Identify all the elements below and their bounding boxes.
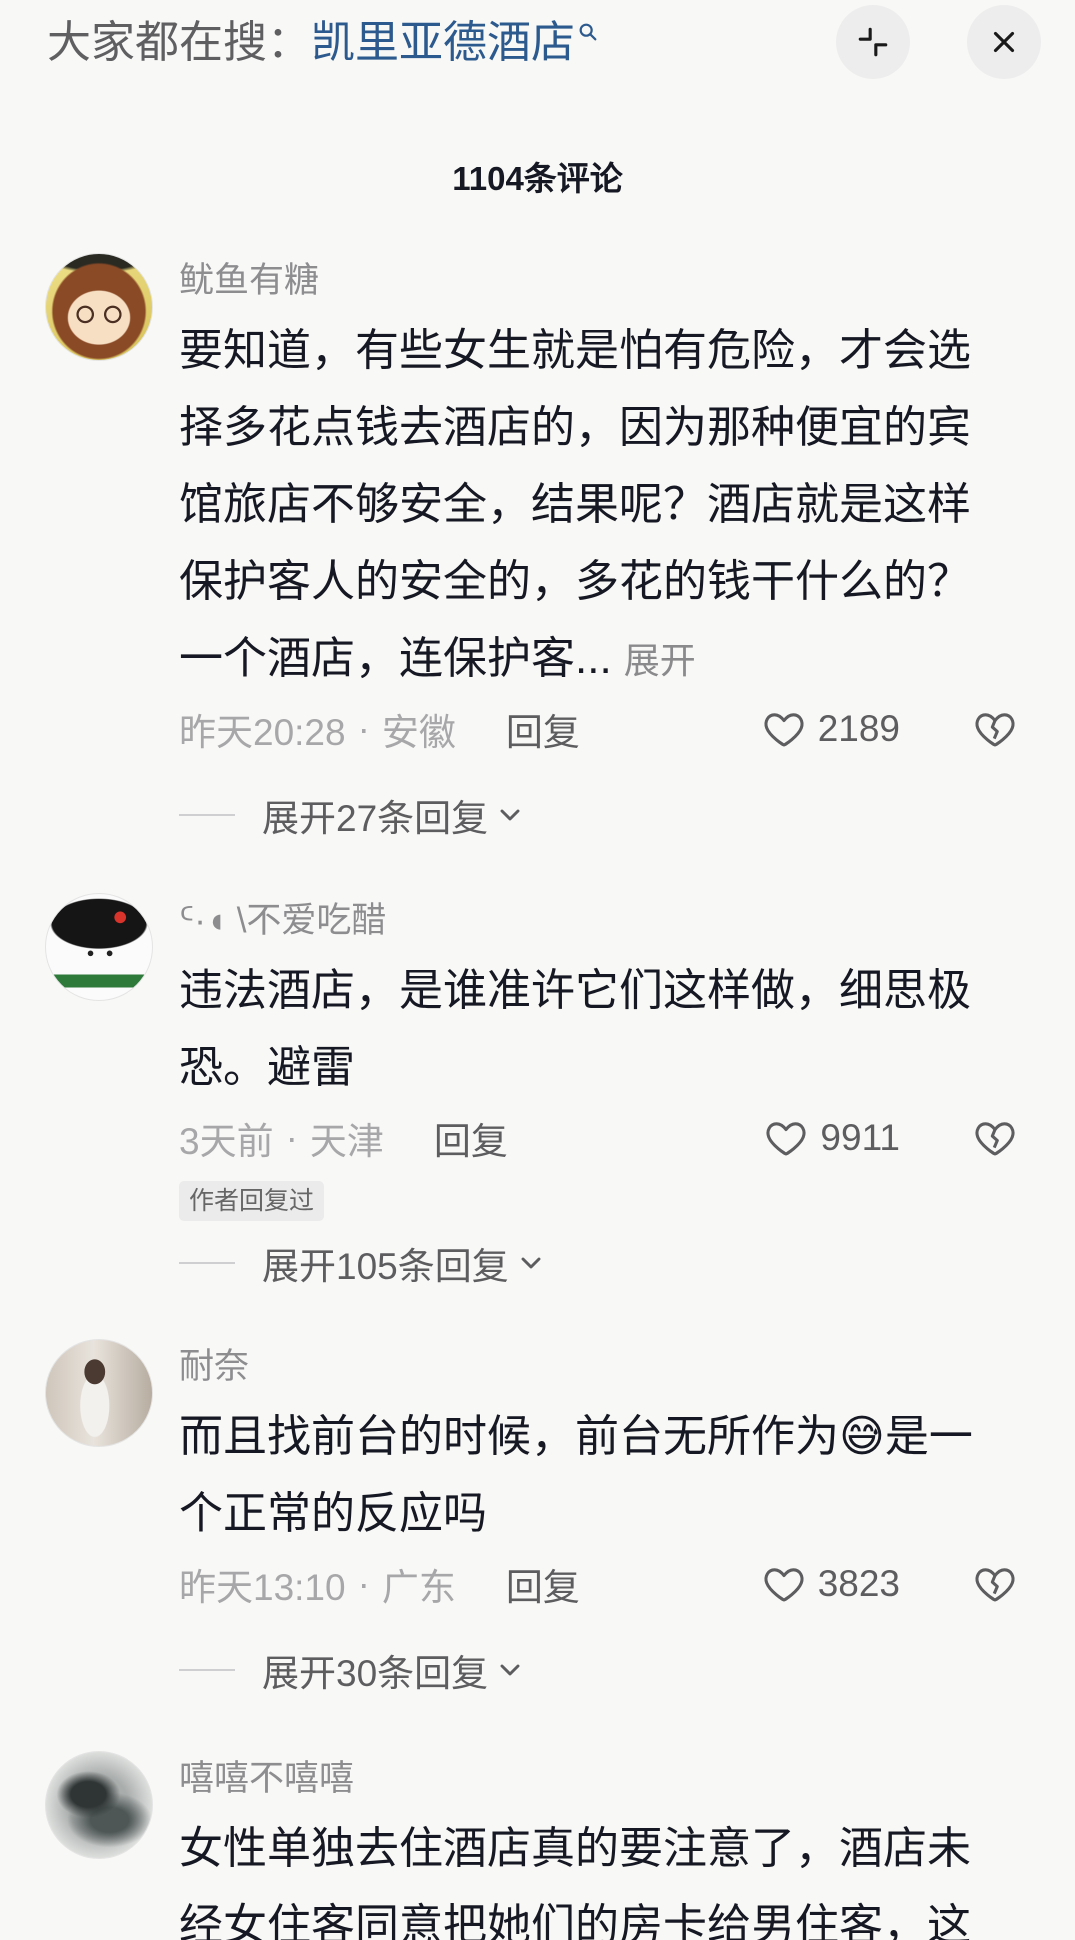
like-count: 3823: [817, 1563, 900, 1604]
comment-text-line: 择多花点钱去酒店的，因为那种便宜的宾: [179, 403, 971, 452]
comment-time: 昨天13:10: [179, 1567, 346, 1608]
comment-content: 嘻嘻不嘻嘻 女性单独去住酒店真的要注意了，酒店未 经女住客同意把她们的房卡给男住…: [179, 1751, 1039, 1940]
avatar[interactable]: [45, 1751, 153, 1859]
comment-meta: 3天前 · 天津 回复 9911: [179, 1106, 1039, 1170]
collapse-button[interactable]: [836, 5, 910, 79]
comment-content: 耐奈 而且找前台的时候，前台无所作为😅是一 个正常的反应吗 昨天13:10 · …: [179, 1339, 1039, 1702]
expand-comment-link[interactable]: 展开: [624, 640, 696, 681]
expand-replies-label: 展开27条回复: [262, 798, 489, 839]
comment-text-line: 个正常的反应吗: [179, 1489, 487, 1538]
comment-location: 安徽: [381, 712, 456, 753]
comment-text-line: 女性单独去住酒店真的要注意了，酒店未: [179, 1824, 971, 1873]
dislike-button[interactable]: [972, 1115, 1018, 1161]
expand-replies-button[interactable]: 展开105条回复: [179, 1231, 1039, 1295]
search-suggestion-prefix: 大家都在搜：: [47, 18, 311, 67]
comment-location: 天津: [309, 1121, 384, 1162]
comment-text[interactable]: 女性单独去住酒店真的要注意了，酒店未 经女住客同意把她们的房卡给男住客，这: [179, 1810, 1039, 1940]
comment-text[interactable]: 违法酒店，是谁准许它们这样做，细思极 恐。避雷: [179, 952, 1039, 1106]
comment-item: 嘻嘻不嘻嘻 女性单独去住酒店真的要注意了，酒店未 经女住客同意把她们的房卡给男住…: [0, 1751, 1075, 1940]
close-icon: [993, 31, 1015, 53]
comment-text[interactable]: 而且找前台的时候，前台无所作为😅是一 个正常的反应吗: [179, 1398, 1039, 1552]
comment-username[interactable]: 耐奈: [179, 1345, 1039, 1389]
reply-button[interactable]: 回复: [506, 702, 580, 756]
comment-meta: 昨天13:10 · 广东 回复 3823: [179, 1552, 1039, 1616]
meta-separator: ·: [357, 1563, 370, 1604]
comment-text-line: 保护客人的安全的，多花的钱干什么的？: [179, 557, 971, 606]
dislike-button[interactable]: [972, 1561, 1018, 1607]
avatar[interactable]: [45, 253, 153, 361]
comment-username[interactable]: ᑦ·◖ \不爱吃醋: [179, 899, 1039, 943]
comment-text-line: 一个酒店，连保护客... 展开: [179, 620, 1039, 697]
comment-text-line: 馆旅店不够安全，结果呢？酒店就是这样: [179, 480, 971, 529]
comment-text-line: 要知道，有些女生就是怕有危险，才会选: [179, 326, 971, 375]
chevron-down-icon: [500, 809, 520, 821]
expand-replies-button[interactable]: 展开30条回复: [179, 1638, 1039, 1702]
broken-heart-icon: [975, 713, 1015, 747]
comment-location: 广东: [381, 1567, 456, 1608]
dislike-button[interactable]: [972, 706, 1018, 752]
like-count: 9911: [820, 1117, 900, 1158]
comment-content: 鱿鱼有糖 要知道，有些女生就是怕有危险，才会选 择多花点钱去酒店的，因为那种便宜…: [179, 253, 1039, 847]
like-button[interactable]: 9911: [763, 1106, 900, 1170]
expand-replies-label: 展开30条回复: [262, 1653, 489, 1694]
comment-text-line: 而且找前台的时候，前台无所作为😅是一: [179, 1412, 973, 1461]
comment-meta: 昨天20:28 · 安徽 回复 2189: [179, 697, 1039, 761]
search-suggestion-query: 凯里亚德酒店: [311, 18, 575, 67]
author-replied-badge: 作者回复过: [179, 1181, 325, 1221]
close-button[interactable]: [967, 5, 1041, 79]
comment-time: 昨天20:28: [179, 712, 346, 753]
comment-text-line: 违法酒店，是谁准许它们这样做，细思极: [179, 966, 971, 1015]
divider-line: [179, 1262, 235, 1264]
collapse-icon: [858, 27, 888, 57]
meta-separator: ·: [285, 1117, 298, 1158]
broken-heart-icon: [975, 1122, 1015, 1156]
comment-username[interactable]: 鱿鱼有糖: [179, 259, 1039, 303]
like-button[interactable]: 2189: [761, 697, 900, 761]
like-count: 2189: [817, 708, 900, 749]
chevron-down-icon: [521, 1257, 541, 1269]
reply-button[interactable]: 回复: [434, 1111, 508, 1165]
heart-outline-icon: [764, 713, 804, 747]
comment-content: ᑦ·◖ \不爱吃醋 违法酒店，是谁准许它们这样做，细思极 恐。避雷 3天前 · …: [179, 893, 1039, 1295]
chevron-down-icon: [500, 1664, 520, 1676]
comment-time: 3天前: [179, 1121, 274, 1162]
avatar[interactable]: [45, 1339, 153, 1447]
divider-line: [179, 1669, 235, 1671]
heart-outline-icon: [764, 1568, 804, 1602]
meta-separator: ·: [357, 708, 370, 749]
comment-count-title: 1104条评论: [452, 160, 623, 197]
heart-outline-icon: [766, 1122, 806, 1156]
search-icon: [579, 23, 597, 41]
reply-button[interactable]: 回复: [506, 1557, 580, 1611]
like-button[interactable]: 3823: [761, 1552, 900, 1616]
avatar[interactable]: [45, 893, 153, 1001]
comment-text[interactable]: 要知道，有些女生就是怕有危险，才会选 择多花点钱去酒店的，因为那种便宜的宾 馆旅…: [179, 312, 1039, 697]
comment-text-line: 恐。避雷: [179, 1043, 355, 1092]
comment-text-line: 经女住客同意把她们的房卡给男住客，这: [179, 1901, 971, 1940]
search-suggestion-link[interactable]: 凯里亚德酒店: [311, 15, 599, 71]
comment-username[interactable]: 嘻嘻不嘻嘻: [179, 1757, 1039, 1801]
divider-line: [179, 814, 235, 816]
expand-replies-button[interactable]: 展开27条回复: [179, 783, 1039, 847]
expand-replies-label: 展开105条回复: [262, 1246, 509, 1287]
broken-heart-icon: [975, 1568, 1015, 1602]
search-suggestion-bar: 大家都在搜： 凯里亚德酒店: [47, 15, 599, 71]
comment-text-truncated: 一个酒店，连保护客...: [179, 634, 612, 683]
